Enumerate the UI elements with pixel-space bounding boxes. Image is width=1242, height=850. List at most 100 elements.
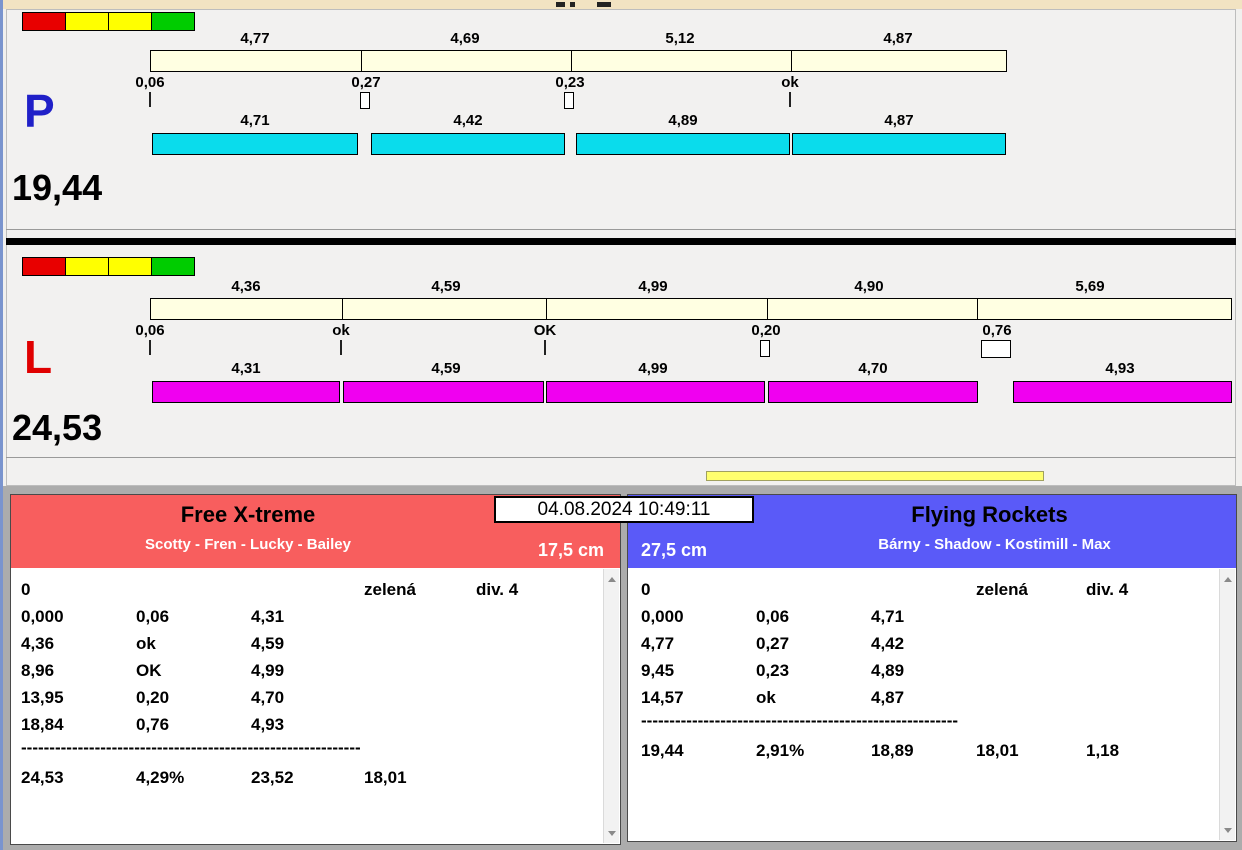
table-cell: 4,93	[251, 715, 285, 734]
lane-l-bottom-split: 4,93	[1105, 360, 1135, 377]
lane-p-split-segment	[152, 133, 358, 155]
lane-p-traffic-lights	[22, 12, 195, 31]
table-cell: 4,71	[871, 607, 905, 626]
lane-l-top-split: 4,36	[231, 278, 261, 295]
background-window-text-fragment	[570, 2, 575, 7]
lane-p-mark-label: 0,23	[555, 74, 585, 91]
table-cell: 18,01	[364, 768, 407, 787]
table-cell	[871, 576, 976, 603]
yellow-light-icon	[108, 12, 152, 31]
mark-box-wide	[981, 340, 1011, 358]
lane-l-cumulative-bar	[150, 298, 1232, 320]
table-cell	[1086, 630, 1236, 657]
mark-box	[760, 340, 770, 357]
team-left-scrollbar[interactable]	[603, 569, 619, 843]
lane-l-split-segment	[152, 381, 340, 403]
table-cell: 13,95	[21, 688, 64, 707]
table-cell: 18,89	[871, 741, 914, 760]
table-cell: 19,44	[641, 741, 684, 760]
section-separator-line	[6, 229, 1236, 230]
scroll-down-button[interactable]	[1220, 822, 1235, 838]
lane-l-mark-label: 0,76	[982, 322, 1012, 339]
table-cell	[476, 711, 620, 738]
lane-p-bottom-split: 4,71	[240, 112, 270, 129]
table-row: 0,000 0,06 4,71	[628, 603, 1236, 630]
lane-l-letter: L	[24, 331, 53, 383]
green-light-icon	[151, 257, 195, 276]
section-separator-line	[6, 457, 1236, 458]
table-cell	[976, 630, 1086, 657]
bar-divider	[361, 50, 362, 72]
scroll-up-button[interactable]	[604, 571, 619, 587]
table-row: 18,84 0,76 4,93	[11, 711, 620, 738]
team-left-jump-height: 17,5 cm	[537, 540, 604, 560]
table-cell: 0	[21, 580, 31, 599]
lane-l-total-time: 24,53	[12, 407, 103, 448]
table-cell: 4,70	[251, 688, 285, 707]
background-window-text-fragment	[556, 2, 565, 7]
bar-divider	[977, 298, 978, 320]
table-cell	[1086, 684, 1236, 711]
triangle-down-icon	[607, 830, 616, 836]
mark-tick	[149, 340, 151, 355]
table-cell: 0,000	[21, 607, 64, 626]
lane-p-bottom-split: 4,89	[668, 112, 698, 129]
table-cell: 9,45	[641, 661, 675, 680]
lane-p-top-split: 5,12	[665, 30, 695, 47]
table-cell: div. 4	[476, 580, 519, 599]
table-row: 0 zelená div. 4	[628, 576, 1236, 603]
table-cell	[364, 603, 476, 630]
table-cell: 18,01	[976, 741, 1019, 760]
lane-p-total-time: 19,44	[12, 167, 103, 208]
table-cell	[476, 657, 620, 684]
red-light-icon	[22, 12, 66, 31]
table-cell: 0,20	[136, 688, 170, 707]
table-cell	[476, 764, 620, 791]
team-left-results-table: 0 zelená div. 4 0,000 0,06 4,31 4,36 ok 4,59 8,96…	[11, 568, 620, 844]
flyball-timing-screen: 4,77 4,69 5,12 4,87 0,06 0,27 0,23 ok P …	[0, 0, 1242, 850]
background-window-strip	[0, 0, 1242, 9]
lane-p-bottom-split: 4,87	[884, 112, 914, 129]
lane-l-split-segment	[343, 381, 544, 403]
table-cell: 0,23	[756, 661, 790, 680]
scroll-up-button[interactable]	[1220, 571, 1235, 587]
table-cell	[976, 603, 1086, 630]
table-cell	[976, 684, 1086, 711]
table-cell: 4,36	[21, 634, 55, 653]
table-separator: ----------------------------------------…	[641, 711, 959, 730]
triangle-up-icon	[607, 576, 616, 582]
table-cell	[136, 576, 251, 603]
lane-l-split-segment	[1013, 381, 1232, 403]
lane-p-split-segment	[792, 133, 1006, 155]
table-cell: 0,27	[756, 634, 790, 653]
table-cell	[1086, 603, 1236, 630]
table-cell	[364, 630, 476, 657]
lanes-divider	[6, 238, 1236, 245]
table-cell: 8,96	[21, 661, 55, 680]
table-summary-row: 24,53 4,29% 23,52 18,01	[11, 764, 620, 791]
red-light-icon	[22, 257, 66, 276]
table-cell: ok	[136, 634, 156, 653]
table-cell: zelená	[364, 580, 416, 599]
mark-tick	[340, 340, 342, 355]
lane-l-split-segment	[546, 381, 765, 403]
lane-l-top-split: 4,59	[431, 278, 461, 295]
table-separator: ----------------------------------------…	[21, 738, 361, 757]
mark-tick	[149, 92, 151, 107]
table-cell: div. 4	[1086, 580, 1129, 599]
table-cell: 0,76	[136, 715, 170, 734]
lane-p-mark-label: ok	[781, 74, 799, 91]
scroll-down-button[interactable]	[604, 825, 619, 841]
table-row: 0 zelená div. 4	[11, 576, 620, 603]
table-cell: 0,000	[641, 607, 684, 626]
table-cell	[364, 684, 476, 711]
team-right-scrollbar[interactable]	[1219, 569, 1235, 840]
mark-tick	[544, 340, 546, 355]
lane-p-letter: P	[24, 85, 55, 137]
progress-yellow-bar	[706, 471, 1044, 481]
table-cell: 24,53	[21, 768, 64, 787]
lane-l-top-split: 4,99	[638, 278, 668, 295]
table-cell: 0,06	[756, 607, 790, 626]
window-left-border	[0, 0, 3, 850]
datetime-display: 04.08.2024 10:49:11	[494, 496, 754, 523]
